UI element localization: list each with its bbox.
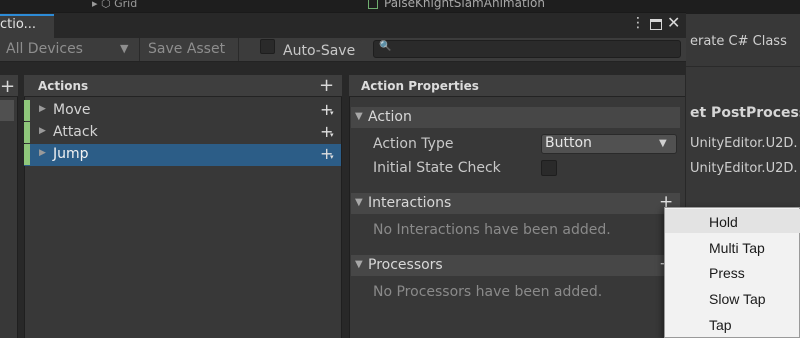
menu-item-label: Tap — [709, 317, 732, 333]
action-type-label: Action Type — [373, 136, 454, 152]
action-section-foldout[interactable]: ▼ Action — [351, 107, 680, 128]
generate-csharp-class-toggle-label[interactable]: erate C# Class — [690, 34, 787, 49]
actions-title: Actions — [38, 79, 89, 93]
processors-section-label: Processors — [368, 257, 443, 273]
add-action-icon[interactable]: + — [319, 75, 334, 96]
action-item-move[interactable]: ▶ Move + ▾ — [24, 100, 341, 122]
inspector-divider — [686, 66, 800, 67]
action-section-label: Action — [368, 109, 412, 125]
menu-item-tap[interactable]: Tap — [665, 312, 800, 336]
menu-item-press[interactable]: Press — [665, 260, 800, 284]
action-item-attack[interactable]: ▶ Attack + ▾ — [24, 122, 341, 144]
search-icon: 🔍 — [379, 41, 392, 52]
initial-state-check-checkbox[interactable] — [541, 160, 557, 176]
chevron-down-icon: ▼ — [659, 138, 667, 149]
expand-icon[interactable]: ▶ — [39, 126, 46, 136]
postprocessor-entry-1: UnityEditor.U2D. — [690, 136, 798, 151]
expand-icon[interactable]: ▶ — [39, 104, 46, 114]
action-label: Jump — [53, 146, 89, 162]
window-tab-title: ctio... — [0, 17, 36, 32]
save-asset-label: Save Asset — [148, 41, 226, 57]
chevron-down-icon: ▾ — [330, 109, 334, 117]
interactions-section-foldout[interactable]: ▼ Interactions + — [351, 192, 680, 214]
processors-section-foldout[interactable]: ▼ Processors + — [351, 254, 680, 276]
animation-file-icon — [368, 0, 378, 9]
menu-item-hold[interactable]: Hold — [665, 209, 800, 233]
chevron-down-icon: ▾ — [330, 153, 334, 161]
action-map-item-selected[interactable] — [0, 100, 14, 121]
initial-state-check-label: Initial State Check — [373, 160, 501, 176]
project-item-animation[interactable]: PalseKnightSlamAnimation — [368, 0, 545, 10]
menu-item-label: Hold — [709, 214, 738, 230]
postprocessor-heading: et PostProcesso — [690, 105, 800, 121]
action-label: Attack — [53, 124, 98, 140]
hierarchy-item-grid[interactable]: ▸ ⬡ Grid — [92, 0, 137, 10]
add-action-map-icon[interactable]: + — [0, 76, 15, 97]
menu-item-label: Press — [709, 265, 745, 281]
chevron-down-icon: ▾ — [330, 131, 334, 139]
action-properties-title: Action Properties — [361, 79, 479, 93]
action-item-jump[interactable]: ▶ Jump + ▾ — [24, 144, 341, 166]
interactions-section-label: Interactions — [368, 195, 452, 211]
menu-item-label: Multi Tap — [709, 240, 765, 256]
devices-dropdown-label: All Devices — [6, 41, 83, 57]
search-input[interactable] — [392, 41, 672, 55]
collapse-icon: ▼ — [355, 111, 363, 122]
menu-item-multi-tap[interactable]: Multi Tap — [665, 235, 800, 259]
hierarchy-item-label: Grid — [114, 0, 138, 10]
collapse-icon: ▼ — [355, 197, 363, 208]
more-options-icon[interactable]: ⋮ — [631, 15, 645, 31]
collapse-icon: ▼ — [355, 259, 363, 270]
autosave-label: Auto-Save — [283, 43, 356, 59]
interactions-empty-text: No Interactions have been added. — [373, 222, 611, 238]
close-icon[interactable]: ✕ — [667, 13, 680, 32]
action-color-stripe — [24, 100, 30, 121]
autosave-checkbox[interactable] — [260, 39, 275, 54]
action-label: Move — [53, 102, 91, 118]
chevron-down-icon: ▼ — [120, 42, 129, 55]
processors-empty-text: No Processors have been added. — [373, 284, 603, 300]
expand-icon[interactable]: ▶ — [39, 148, 46, 158]
action-type-value: Button — [545, 135, 592, 151]
maximize-icon[interactable] — [650, 19, 662, 30]
project-item-label: PalseKnightSlamAnimation — [384, 0, 545, 10]
menu-item-slow-tap[interactable]: Slow Tap — [665, 286, 800, 310]
action-color-stripe — [24, 144, 30, 165]
postprocessor-entry-2: UnityEditor.U2D. — [690, 161, 798, 176]
action-color-stripe — [24, 122, 30, 143]
menu-item-label: Slow Tap — [709, 291, 766, 307]
